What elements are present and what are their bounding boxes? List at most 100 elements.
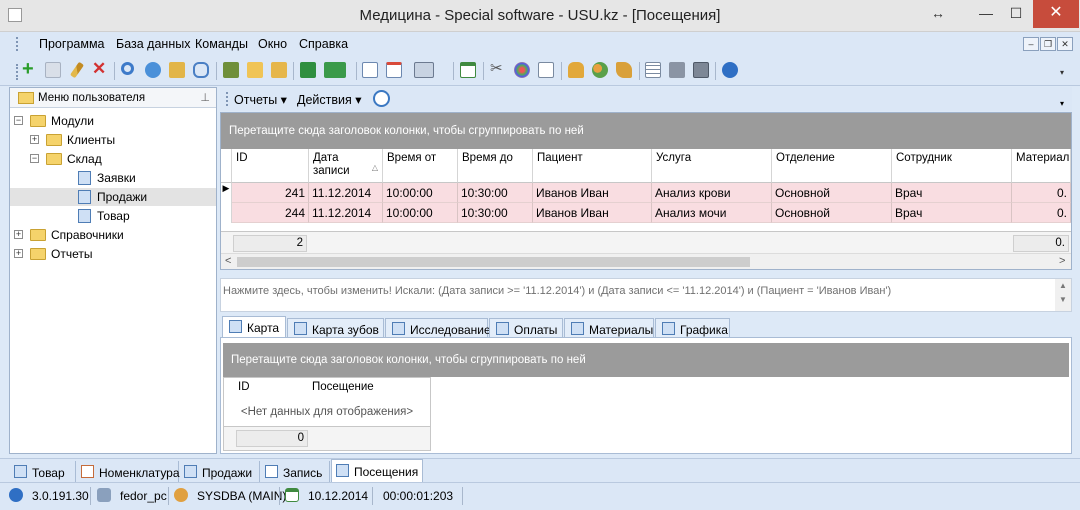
- cell-time-to[interactable]: 10:30:00: [458, 203, 533, 223]
- new-window-icon[interactable]: [362, 62, 378, 78]
- cell-employee[interactable]: Врач: [892, 183, 1012, 203]
- tree-node[interactable]: − Склад: [10, 150, 216, 168]
- column-header-service[interactable]: Услуга: [652, 149, 772, 183]
- tree-node[interactable]: + Справочники: [10, 226, 216, 244]
- column-header-department[interactable]: Отделение: [772, 149, 892, 183]
- filter-text[interactable]: Нажмите здесь, чтобы изменить! Искали: (…: [223, 285, 891, 297]
- tab-dental-card[interactable]: Карта зубов: [287, 318, 384, 338]
- column-header-date[interactable]: Дата записи △: [309, 149, 383, 183]
- pin-icon[interactable]: ⊥: [200, 91, 210, 104]
- window-tab-sales[interactable]: Продажи: [180, 461, 260, 483]
- clock-icon[interactable]: [373, 90, 390, 107]
- menu-database[interactable]: База данных: [116, 37, 190, 51]
- add-icon[interactable]: +: [22, 59, 38, 79]
- column-header-id[interactable]: ID: [232, 149, 309, 183]
- delete-icon[interactable]: ✕: [92, 60, 108, 78]
- tree-icon[interactable]: [247, 62, 263, 78]
- toolbar-grip[interactable]: [16, 64, 20, 80]
- grid-toolbar-grip[interactable]: [226, 92, 230, 106]
- menu-commands[interactable]: Команды: [195, 37, 248, 51]
- reports-dropdown[interactable]: Отчеты ▾: [234, 92, 287, 107]
- cell-time-from[interactable]: 10:00:00: [383, 183, 458, 203]
- search-icon[interactable]: [121, 62, 134, 75]
- import-icon[interactable]: [169, 62, 185, 78]
- cell-id[interactable]: 241: [232, 183, 309, 203]
- cell-date[interactable]: 11.12.2014: [309, 203, 383, 223]
- tab-graphics[interactable]: Графика: [655, 318, 730, 338]
- cell-id[interactable]: 244: [232, 203, 309, 223]
- menu-help[interactable]: Справка: [299, 37, 348, 51]
- tab-payments[interactable]: Оплаты: [489, 318, 563, 338]
- edit-icon[interactable]: [69, 61, 85, 79]
- detail-column-id[interactable]: ID: [238, 378, 250, 397]
- export-icon[interactable]: [271, 62, 287, 78]
- column-header-patient[interactable]: Пациент: [533, 149, 652, 183]
- cell-service[interactable]: Анализ крови: [652, 183, 772, 203]
- cell-patient[interactable]: Иванов Иван: [533, 183, 652, 203]
- print-preview-icon[interactable]: [414, 62, 434, 78]
- filter-bar[interactable]: Нажмите здесь, чтобы изменить! Искали: (…: [220, 278, 1072, 312]
- cell-department[interactable]: Основной: [772, 183, 892, 203]
- expand-icon[interactable]: +: [14, 230, 23, 239]
- cell-time-to[interactable]: 10:30:00: [458, 183, 533, 203]
- horizontal-scrollbar[interactable]: < >: [221, 253, 1071, 269]
- copy-icon[interactable]: [45, 62, 61, 78]
- collapse-icon[interactable]: −: [30, 154, 39, 163]
- tree-node[interactable]: Продажи: [10, 188, 216, 206]
- cell-patient[interactable]: Иванов Иван: [533, 203, 652, 223]
- cell-date[interactable]: 11.12.2014: [309, 183, 383, 203]
- column-header-time-from[interactable]: Время от: [383, 149, 458, 183]
- resize-icon[interactable]: ↔: [918, 0, 958, 28]
- help-icon[interactable]: [722, 62, 738, 78]
- filter-scrollbar[interactable]: ▲ ▼: [1055, 279, 1071, 311]
- filter-icon[interactable]: [223, 62, 239, 78]
- cell-materials[interactable]: 0.: [1012, 183, 1071, 203]
- mdi-restore-button[interactable]: ❐: [1040, 37, 1056, 51]
- tree-node[interactable]: + Клиенты: [10, 131, 216, 149]
- cell-service[interactable]: Анализ мочи: [652, 203, 772, 223]
- window-tab-visits[interactable]: Посещения: [331, 459, 423, 483]
- expand-icon[interactable]: +: [30, 135, 39, 144]
- tree-node[interactable]: Товар: [10, 207, 216, 225]
- tree-node[interactable]: + Отчеты: [10, 245, 216, 263]
- palette-icon[interactable]: [514, 62, 530, 78]
- excel-dropdown-icon[interactable]: [324, 62, 346, 78]
- column-header-employee[interactable]: Сотрудник: [892, 149, 1012, 183]
- cell-time-from[interactable]: 10:00:00: [383, 203, 458, 223]
- tab-card[interactable]: Карта: [222, 316, 286, 338]
- scroll-right-icon[interactable]: >: [1059, 255, 1065, 267]
- excel-icon[interactable]: [300, 62, 316, 78]
- close-button[interactable]: ✕: [1033, 0, 1079, 28]
- comment-icon[interactable]: [193, 62, 209, 78]
- tree-node[interactable]: Заявки: [10, 169, 216, 187]
- window-tab-goods[interactable]: Товар: [10, 461, 76, 483]
- tree-node[interactable]: − Модули: [10, 112, 216, 130]
- toolbar-overflow-icon[interactable]: ▾: [1060, 68, 1064, 77]
- expand-icon[interactable]: +: [14, 249, 23, 258]
- grid-toolbar-overflow-icon[interactable]: ▾: [1060, 99, 1064, 108]
- cell-department[interactable]: Основной: [772, 203, 892, 223]
- cell-materials[interactable]: 0.: [1012, 203, 1071, 223]
- maximize-button[interactable]: ☐: [996, 0, 1036, 28]
- video-icon[interactable]: [693, 62, 709, 78]
- window-tab-appointment[interactable]: Запись: [261, 461, 330, 483]
- calendar-icon[interactable]: [460, 62, 476, 78]
- actions-dropdown[interactable]: Действия ▾: [297, 92, 362, 107]
- close-window-icon[interactable]: [386, 62, 402, 78]
- refresh-icon[interactable]: [145, 62, 161, 78]
- scroll-up-icon[interactable]: ▲: [1055, 279, 1071, 293]
- menu-grip[interactable]: [16, 37, 20, 51]
- tools-icon[interactable]: ✂: [490, 61, 506, 78]
- lock-icon[interactable]: [568, 62, 584, 78]
- mdi-minimize-button[interactable]: –: [1023, 37, 1039, 51]
- printer-icon[interactable]: [669, 62, 685, 78]
- grid-icon[interactable]: [645, 62, 661, 78]
- window-tab-nomenclature[interactable]: Номенклатура: [77, 461, 180, 483]
- detail-column-visit[interactable]: Посещение: [312, 378, 374, 397]
- cell-employee[interactable]: Врач: [892, 203, 1012, 223]
- brush-icon[interactable]: [616, 62, 632, 78]
- scroll-left-icon[interactable]: <: [225, 255, 231, 267]
- scrollbar-thumb[interactable]: [237, 257, 750, 267]
- menu-window[interactable]: Окно: [258, 37, 287, 51]
- group-by-panel[interactable]: Перетащите сюда заголовок колонки, чтобы…: [221, 113, 1071, 149]
